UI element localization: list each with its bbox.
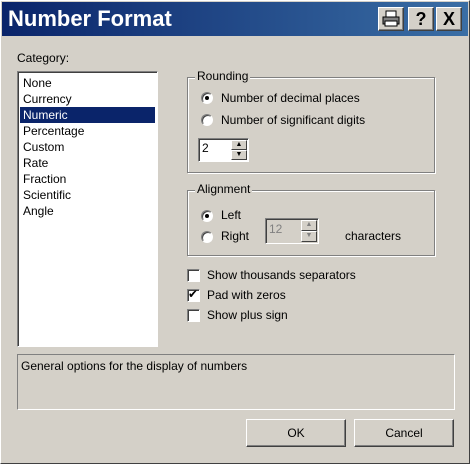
radio-align-right[interactable] bbox=[201, 231, 213, 243]
arrow-up-icon: ▲ bbox=[235, 141, 243, 148]
number-format-dialog: Number Format ? X Category: None Currenc… bbox=[0, 0, 470, 464]
alignment-width-stepper: 12 ▲ ▼ bbox=[265, 218, 319, 244]
rounding-value[interactable]: 2 bbox=[202, 141, 209, 155]
alignment-width-value: 12 bbox=[269, 222, 283, 236]
category-item-angle[interactable]: Angle bbox=[20, 203, 155, 219]
title-bar[interactable]: Number Format ? X bbox=[2, 2, 468, 36]
radio-dot bbox=[205, 96, 209, 100]
rounding-stepper[interactable]: 2 ▲ ▼ bbox=[198, 138, 249, 162]
align-left-label[interactable]: Left bbox=[221, 208, 241, 222]
align-right-label[interactable]: Right bbox=[221, 229, 249, 243]
cancel-button[interactable]: Cancel bbox=[354, 419, 454, 447]
arrow-up-icon: ▲ bbox=[305, 221, 313, 228]
ok-button-label: OK bbox=[287, 426, 305, 440]
category-item-fraction[interactable]: Fraction bbox=[20, 171, 155, 187]
checkbox-pad-zeros[interactable]: ✔ bbox=[187, 287, 200, 302]
category-item-none[interactable]: None bbox=[20, 75, 155, 91]
rounding-up-button[interactable]: ▲ bbox=[231, 140, 247, 150]
rounding-down-button[interactable]: ▼ bbox=[231, 150, 247, 160]
radio-align-left[interactable] bbox=[201, 210, 213, 222]
significant-digits-label[interactable]: Number of significant digits bbox=[221, 113, 365, 127]
thousands-separators-label[interactable]: Show thousands separators bbox=[207, 268, 356, 282]
pad-zeros-label[interactable]: Pad with zeros bbox=[207, 288, 286, 302]
width-down-button: ▼ bbox=[301, 231, 317, 242]
description-text: General options for the display of numbe… bbox=[21, 359, 248, 373]
category-item-custom[interactable]: Custom bbox=[20, 139, 155, 155]
category-label: Category: bbox=[17, 51, 70, 65]
alignment-group-title: Alignment bbox=[195, 182, 253, 196]
ok-button[interactable]: OK bbox=[246, 419, 346, 447]
printer-icon bbox=[382, 10, 400, 27]
arrow-down-icon: ▼ bbox=[305, 232, 313, 239]
radio-decimal-places[interactable] bbox=[201, 92, 213, 104]
checkmark-icon: ✔ bbox=[188, 287, 199, 301]
dialog-title: Number Format bbox=[8, 6, 172, 31]
category-item-rate[interactable]: Rate bbox=[20, 155, 155, 171]
decimal-places-label[interactable]: Number of decimal places bbox=[221, 91, 360, 105]
checkbox-thousands-separators[interactable] bbox=[187, 269, 200, 282]
radio-significant-digits[interactable] bbox=[201, 114, 213, 126]
category-item-scientific[interactable]: Scientific bbox=[20, 187, 155, 203]
radio-dot bbox=[205, 214, 209, 218]
print-button[interactable] bbox=[378, 7, 404, 31]
arrow-down-icon: ▼ bbox=[235, 151, 243, 158]
category-item-numeric[interactable]: Numeric bbox=[20, 107, 155, 123]
close-icon: X bbox=[442, 9, 455, 29]
close-button[interactable]: X bbox=[436, 7, 462, 31]
category-item-percentage[interactable]: Percentage bbox=[20, 123, 155, 139]
cancel-button-label: Cancel bbox=[385, 426, 423, 440]
checkbox-plus-sign[interactable] bbox=[187, 309, 200, 322]
category-item-currency[interactable]: Currency bbox=[20, 91, 155, 107]
help-button[interactable]: ? bbox=[408, 7, 434, 31]
rounding-group-title: Rounding bbox=[195, 69, 251, 83]
description-box: General options for the display of numbe… bbox=[17, 354, 455, 410]
width-up-button: ▲ bbox=[301, 220, 317, 231]
plus-sign-label[interactable]: Show plus sign bbox=[207, 308, 288, 322]
help-icon: ? bbox=[415, 9, 427, 29]
characters-label: characters bbox=[345, 229, 402, 243]
category-listbox[interactable]: None Currency Numeric Percentage Custom … bbox=[17, 71, 158, 347]
